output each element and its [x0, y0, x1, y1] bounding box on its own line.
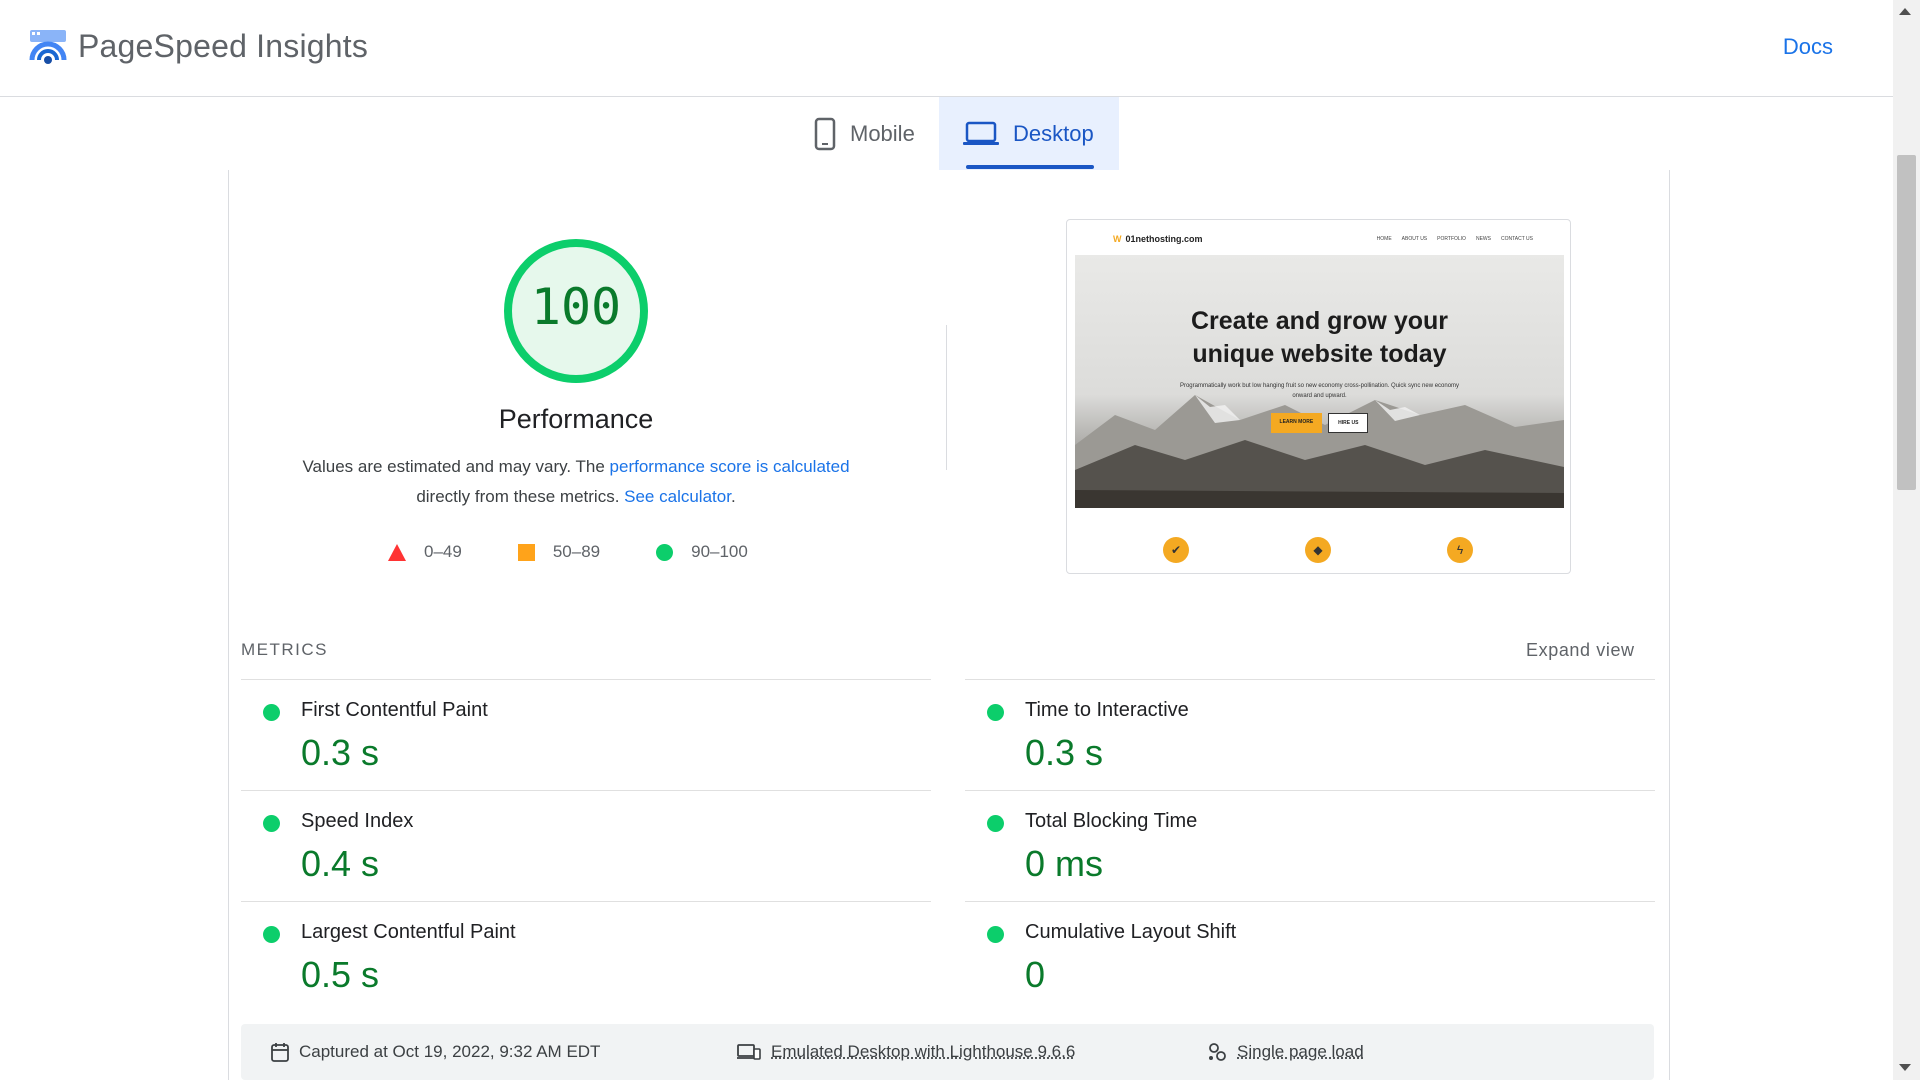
thumb-navbar: W 01nethosting.com HOME ABOUT US PORTFOL…: [1075, 228, 1563, 250]
page-screenshot: W 01nethosting.com HOME ABOUT US PORTFOL…: [1066, 219, 1571, 574]
metric-name: Speed Index: [301, 810, 414, 832]
captured-text: Captured at Oct 19, 2022, 9:32 AM EDT: [299, 1042, 601, 1061]
thumb-hero: Create and grow your unique website toda…: [1075, 255, 1564, 508]
metric-value: 0.4 s: [301, 843, 380, 884]
thumb-nav-link: NEWS: [1475, 236, 1491, 242]
load-text[interactable]: Single page load: [1237, 1042, 1364, 1062]
bolt-icon: ϟ: [1447, 537, 1473, 563]
tab-mobile[interactable]: Mobile: [790, 97, 940, 170]
legend-pass-label: 90–100: [691, 542, 748, 561]
thumb-hero-title: Create and grow your unique website toda…: [1075, 305, 1564, 371]
pagespeed-logo-icon[interactable]: [28, 28, 68, 68]
metrics-heading: METRICS: [241, 640, 328, 659]
calendar-icon: [271, 1043, 289, 1062]
metric-value: 0: [1025, 954, 1046, 995]
metric-value: 0.3 s: [1025, 732, 1104, 773]
pass-circle-icon: [987, 815, 1004, 832]
phone-icon: [814, 117, 836, 150]
desc-text-3: .: [730, 487, 736, 506]
metric-name: First Contentful Paint: [301, 699, 488, 721]
legend-average-label: 50–89: [552, 542, 601, 561]
thumb-nav-link: ABOUT US: [1401, 236, 1428, 242]
metric-name: Cumulative Layout Shift: [1025, 921, 1237, 943]
metric-first-contentful-paint: First Contentful Paint 0.3 s: [241, 679, 931, 790]
thumb-nav-link: CONTACT US: [1500, 236, 1533, 242]
captured-info: Captured at Oct 19, 2022, 9:32 AM EDT: [271, 1042, 600, 1062]
thumb-site-logo: W 01nethosting.com: [1075, 234, 1203, 244]
legend-pass: 90–100: [656, 542, 748, 562]
metric-speed-index: Speed Index 0.4 s: [241, 790, 931, 901]
scroll-down-arrow-icon[interactable]: [1899, 1064, 1911, 1071]
tab-desktop-label: Desktop: [1013, 120, 1094, 146]
thumb-learn-more-button: LEARN MORE: [1270, 413, 1323, 433]
docs-link[interactable]: Docs: [1783, 34, 1833, 60]
expand-view-button[interactable]: Expand view: [1526, 640, 1635, 661]
metric-name: Largest Contentful Paint: [301, 921, 516, 943]
triangle-icon: [388, 543, 406, 561]
thumb-hero-buttons: LEARN MORE HIRE US: [1075, 413, 1564, 433]
pass-circle-icon: [263, 926, 280, 943]
metric-time-to-interactive: Time to Interactive 0.3 s: [965, 679, 1655, 790]
metric-name: Total Blocking Time: [1025, 810, 1198, 832]
square-icon: [517, 543, 535, 561]
diamond-icon: ◆: [1305, 537, 1331, 563]
thumb-nav-link: HOME: [1376, 236, 1392, 242]
devices-icon: [737, 1044, 761, 1060]
metric-total-blocking-time: Total Blocking Time 0 ms: [965, 790, 1655, 901]
legend-average: 50–89: [517, 542, 601, 562]
metrics-left-column: First Contentful Paint 0.3 s Speed Index…: [241, 679, 931, 1012]
scroll-up-arrow-icon[interactable]: [1899, 8, 1911, 15]
check-icon: ✔: [1163, 537, 1189, 563]
legend-fail-label: 0–49: [424, 542, 462, 561]
performance-title: Performance: [498, 404, 654, 434]
thumb-nav-links: HOME ABOUT US PORTFOLIO NEWS CONTACT US: [1377, 236, 1563, 242]
top-header: PageSpeed Insights Docs: [0, 0, 1893, 97]
section-divider: [946, 325, 947, 470]
thumb-hero-line2: unique website today: [1192, 340, 1447, 368]
score-calculated-link[interactable]: performance score is calculated: [610, 457, 850, 476]
metric-value: 0 ms: [1025, 843, 1104, 884]
pass-circle-icon: [263, 815, 280, 832]
performance-score: 100: [530, 278, 622, 336]
scrollbar-thumb[interactable]: [1897, 155, 1916, 490]
run-info-bar: Captured at Oct 19, 2022, 9:32 AM EDT Em…: [241, 1024, 1654, 1080]
active-tab-indicator: [966, 165, 1094, 169]
metric-value: 0.5 s: [301, 954, 380, 995]
pass-circle-icon: [987, 926, 1004, 943]
thumb-hero-subtitle: Programmatically work but low hanging fr…: [1179, 383, 1460, 399]
laptop-icon: [963, 121, 999, 145]
emulated-text[interactable]: Emulated Desktop with Lighthouse 9.6.6: [771, 1042, 1075, 1062]
thumb-hero-line1: Create and grow your: [1191, 307, 1448, 335]
tab-desktop[interactable]: Desktop: [939, 97, 1119, 170]
thumb-logo-icon: W: [1113, 234, 1122, 244]
pass-circle-icon: [987, 704, 1004, 721]
single-load-icon: [1209, 1043, 1226, 1061]
tab-mobile-label: Mobile: [850, 120, 915, 146]
metrics-right-column: Time to Interactive 0.3 s Total Blocking…: [965, 679, 1655, 1012]
pass-circle-icon: [263, 704, 280, 721]
load-info[interactable]: Single page load: [1207, 1042, 1364, 1062]
metric-name: Time to Interactive: [1025, 699, 1189, 721]
thumb-site-name: 01nethosting.com: [1125, 234, 1203, 244]
brand-title[interactable]: PageSpeed Insights: [78, 28, 368, 65]
performance-description: Values are estimated and may vary. The p…: [270, 452, 882, 512]
metric-value: 0.3 s: [301, 732, 380, 773]
score-legend: 0–49 50–89 90–100: [388, 540, 804, 564]
circle-icon: [656, 543, 674, 561]
thumb-nav-link: PORTFOLIO: [1437, 236, 1466, 242]
device-tabs: Mobile Desktop: [0, 97, 1893, 170]
emulated-info[interactable]: Emulated Desktop with Lighthouse 9.6.6: [737, 1042, 1075, 1062]
legend-fail: 0–49: [388, 542, 462, 562]
desc-text-1: Values are estimated and may vary. The: [302, 457, 610, 476]
desc-text-2: directly from these metrics.: [416, 487, 625, 506]
metric-cumulative-layout-shift: Cumulative Layout Shift 0: [965, 901, 1655, 1012]
metric-largest-contentful-paint: Largest Contentful Paint 0.5 s: [241, 901, 931, 1012]
thumb-hire-us-button: HIRE US: [1328, 413, 1369, 433]
see-calculator-link[interactable]: See calculator: [624, 487, 731, 506]
